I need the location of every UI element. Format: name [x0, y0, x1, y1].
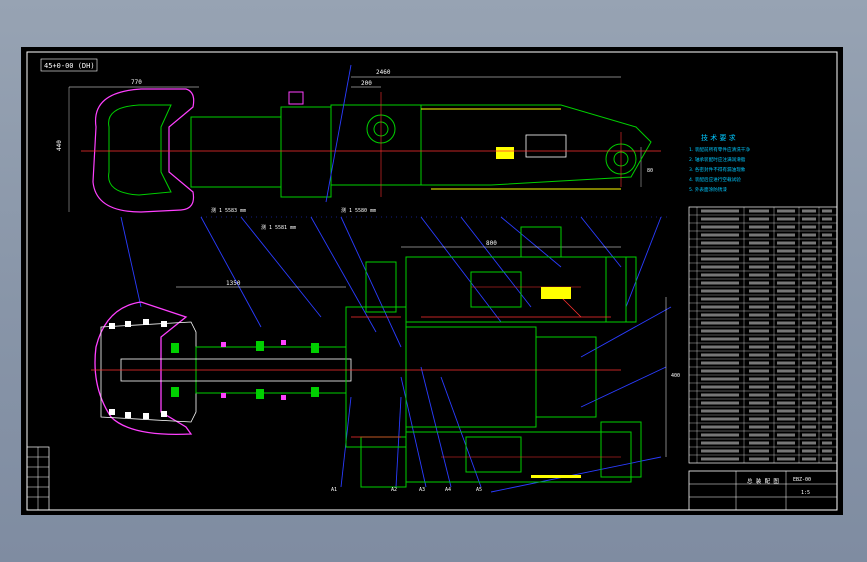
- dim-height-right: 80: [647, 168, 653, 174]
- notes-title: 技 术 要 求: [701, 133, 736, 142]
- drawing-name: 总 装 配 图: [747, 477, 779, 485]
- section-label-1: A1: [331, 487, 337, 493]
- dim-lower-1: 1350: [226, 280, 241, 287]
- upper-frame: [405, 256, 627, 323]
- dim-lower-2: 800: [486, 240, 497, 247]
- drawing-number: EBZ-00: [793, 477, 811, 483]
- motor-housing: [405, 326, 537, 428]
- rear-bracket: [600, 421, 642, 478]
- section-label-4: A4: [445, 487, 451, 493]
- drawing-scale: 1:5: [801, 490, 810, 496]
- section-labels: A1 A2 A3 A4 A5: [331, 487, 482, 493]
- callout-1: 测 1 5583 mm: [211, 207, 246, 214]
- dim-bucket-width: 770: [131, 79, 142, 86]
- valve-yellow: [496, 147, 514, 159]
- callout-3: 测 1 5581 mm: [261, 224, 296, 231]
- technical-notes: 技 术 要 求 1. 装配前所有零件应清洗干净 2. 轴承装配时应注满润滑脂 3…: [689, 133, 750, 193]
- gearbox-case: [345, 306, 407, 448]
- cutter-head-outline: [92, 88, 195, 213]
- note-3: 3. 各密封件不得有漏油现象: [689, 166, 746, 173]
- dim-upper-2: 200: [361, 80, 372, 87]
- boom-body: [190, 116, 282, 188]
- tag-label: 45+0-00 (DH): [44, 62, 95, 70]
- note-4: 4. 装配后应进行空载试验: [689, 176, 741, 183]
- parts-list: [688, 206, 838, 464]
- gear-highlight: [541, 287, 571, 299]
- motor-cap: [288, 91, 304, 105]
- section-label-2: A2: [391, 487, 397, 493]
- section-label-3: A3: [419, 487, 425, 493]
- note-5: 5. 外表面涂防锈漆: [689, 186, 727, 193]
- cutter-drum: [100, 321, 197, 423]
- title-block: 总 装 配 图 EBZ-00 1:5: [688, 470, 838, 511]
- cutter-picks: [109, 319, 167, 419]
- cad-viewport[interactable]: 45+0-00 (DH) 770 2460 200 440 80 测 1 558…: [21, 47, 843, 515]
- dim-lower-3: 400: [671, 373, 680, 379]
- motor-end: [535, 336, 597, 418]
- section-label-5: A5: [476, 487, 482, 493]
- dim-height-left: 440: [56, 140, 63, 151]
- assembly-drawing-canvas: 45+0-00 (DH) 770 2460 200 440 80 测 1 558…: [26, 51, 838, 511]
- hydraulic-block: [525, 134, 567, 158]
- cutter-head-inner: [108, 104, 172, 196]
- note-2: 2. 轴承装配时应注满润滑脂: [689, 156, 746, 163]
- upper-view: 770 2460 200 440 80: [56, 69, 661, 213]
- gearbox-housing: [330, 104, 422, 186]
- drawing-border: [26, 51, 838, 511]
- dim-overall-length: 2460: [376, 69, 391, 76]
- note-1: 1. 装配前所有零件应清洗干净: [689, 146, 750, 153]
- lower-view: 1350 800 400: [91, 226, 680, 488]
- section-hatch: [351, 296, 611, 438]
- boom-collar: [280, 106, 332, 198]
- callout-2: 测 1 5580 mm: [341, 207, 376, 214]
- left-strip-lines: [27, 447, 49, 510]
